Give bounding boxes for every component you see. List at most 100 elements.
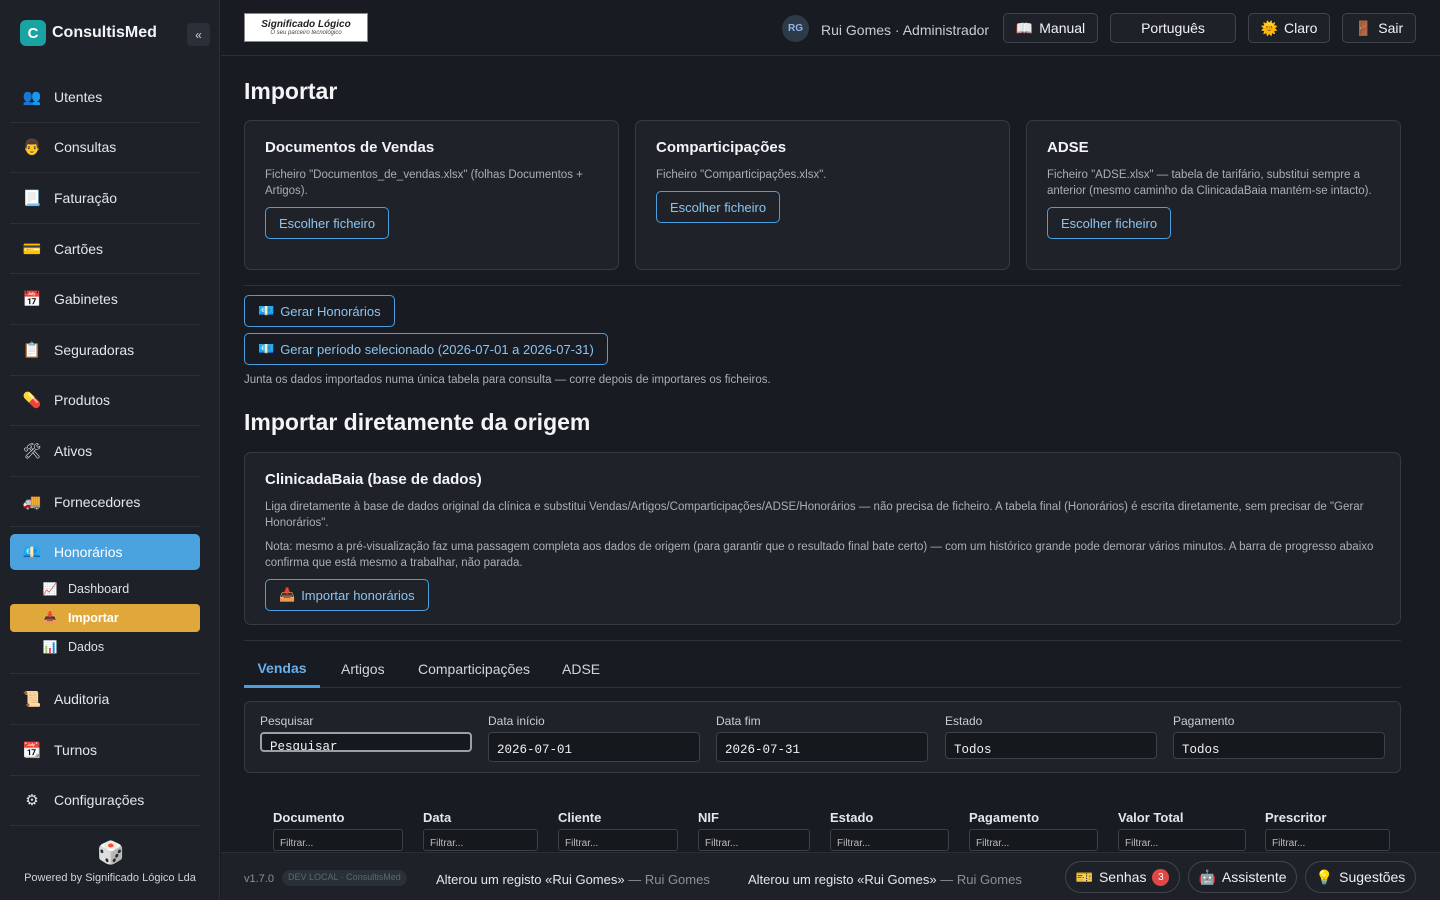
user-info: Rui Gomes · Administrador xyxy=(821,22,990,38)
robot-icon: 🤖 xyxy=(1198,868,1216,885)
column-header[interactable]: Data xyxy=(423,810,451,825)
theme-button[interactable]: 🌞 Claro xyxy=(1248,13,1330,43)
card-note: Nota: mesmo a pré-visualização faz uma p… xyxy=(265,541,1374,569)
book-icon: 📖 xyxy=(1015,19,1034,36)
sidebar-item-produtos[interactable]: 💊 Produtos xyxy=(10,376,200,427)
app-logo[interactable]: C ConsultisMed xyxy=(20,20,157,46)
column-filter-input[interactable]: Filtrar... xyxy=(1265,829,1390,851)
users-icon: 👥 xyxy=(22,88,42,106)
sidebar-item-label: Consultas xyxy=(54,139,117,156)
card-title: Documentos de Vendas xyxy=(265,139,435,156)
sidebar-subitem-dashboard[interactable]: 📈 Dashboard xyxy=(10,574,200,604)
column-header[interactable]: Valor Total xyxy=(1118,810,1184,825)
logout-button[interactable]: 🚪 Sair xyxy=(1342,13,1416,43)
sales-import-card: Documentos de Vendas Ficheiro "Documento… xyxy=(244,120,619,270)
column-filter-input[interactable]: Filtrar... xyxy=(273,829,403,851)
generate-period-button[interactable]: 💶 Gerar período selecionado (2026-07-01 a… xyxy=(244,333,608,365)
generate-fees-label: Gerar Honorários xyxy=(280,303,381,319)
nav-divider xyxy=(10,662,200,675)
column-filter-input[interactable]: Filtrar... xyxy=(969,829,1098,851)
assistant-button[interactable]: 🤖 Assistente xyxy=(1188,861,1297,893)
status-select[interactable]: Todos xyxy=(945,732,1157,759)
avatar[interactable]: RG xyxy=(782,15,809,42)
calendar-icon: 📅 xyxy=(22,291,42,309)
choose-file-button[interactable]: Escolher ficheiro xyxy=(265,207,390,239)
collapse-sidebar-button[interactable]: « xyxy=(187,23,210,46)
column-header[interactable]: Documento xyxy=(273,810,345,825)
column-filter-input[interactable]: Filtrar... xyxy=(698,829,810,851)
tab-artigos[interactable]: Artigos xyxy=(341,650,385,688)
column-filter-input[interactable]: Filtrar... xyxy=(423,829,538,851)
column-header[interactable]: Prescritor xyxy=(1265,810,1326,825)
sidebar-item-honorarios[interactable]: 💶 Honorários xyxy=(10,534,200,571)
card-title: ADSE xyxy=(1047,139,1089,156)
activity-user: — Rui Gomes xyxy=(940,872,1022,887)
divider xyxy=(244,640,1401,641)
schedule-icon: 📆 xyxy=(22,741,42,759)
tab-adse[interactable]: ADSE xyxy=(562,650,600,688)
suggestions-button[interactable]: 💡 Sugestões xyxy=(1305,861,1416,893)
sidebar-item-utentes[interactable]: 👥 Utentes xyxy=(10,72,200,123)
data-tabs: Vendas Artigos Comparticipações ADSE xyxy=(244,650,1401,688)
column-header[interactable]: Cliente xyxy=(558,810,601,825)
logout-label: Sair xyxy=(1378,20,1404,36)
sidebar-subitem-label: Importar xyxy=(68,611,119,626)
payment-select[interactable]: Todos xyxy=(1173,732,1385,759)
column-filter-input[interactable]: Filtrar... xyxy=(830,829,949,851)
sidebar-item-label: Faturação xyxy=(54,189,118,206)
manual-label: Manual xyxy=(1039,20,1086,36)
adse-import-card: ADSE Ficheiro "ADSE.xlsx" — tabela de ta… xyxy=(1026,120,1401,270)
sidebar-item-auditoria[interactable]: 📜 Auditoria xyxy=(10,674,200,725)
import-icon: 📥 xyxy=(42,611,58,626)
column-header[interactable]: NIF xyxy=(698,810,719,825)
sidebar-item-ativos[interactable]: 🛠 Ativos xyxy=(10,426,200,477)
senhas-button[interactable]: 🎫 Senhas 3 xyxy=(1065,861,1180,893)
tools-icon: 🛠 xyxy=(22,442,42,460)
end-date-label: Data fim xyxy=(716,714,761,728)
data-icon: 📊 xyxy=(42,640,58,655)
choose-file-button[interactable]: Escolher ficheiro xyxy=(1047,207,1172,239)
column-header[interactable]: Pagamento xyxy=(969,810,1039,825)
sidebar: C ConsultisMed « 👥 Utentes 👨 Consultas 📃 Fatu… xyxy=(0,0,220,900)
sidebar-item-seguradoras[interactable]: 📋 Seguradoras xyxy=(10,325,200,376)
sidebar-item-turnos[interactable]: 📆 Turnos xyxy=(10,725,200,776)
generate-note: Junta os dados importados numa única tab… xyxy=(244,374,771,386)
search-input[interactable]: Pesquisar xyxy=(260,732,472,752)
ticket-icon: 🎫 xyxy=(1075,868,1093,885)
import-icon: 📥 xyxy=(279,587,296,602)
generate-period-label: Gerar período selecionado (2026-07-01 a … xyxy=(280,341,594,357)
payment-label: Pagamento xyxy=(1173,714,1235,728)
sidebar-item-configuracoes[interactable]: ⚙ Configurações xyxy=(10,776,200,827)
sidebar-item-label: Cartões xyxy=(54,240,104,257)
card-title: ClinicadaBaia (base de dados) xyxy=(265,471,482,488)
sidebar-item-faturacao[interactable]: 📃 Faturação xyxy=(10,173,200,224)
activity-log: Alterou um registo «Rui Gomes» — Rui Gom… xyxy=(436,872,710,887)
column-filter-input[interactable]: Filtrar... xyxy=(1118,829,1246,851)
sidebar-item-label: Produtos xyxy=(54,392,111,409)
language-button[interactable]: Português xyxy=(1110,13,1236,43)
generate-fees-button[interactable]: 💶 Gerar Honorários xyxy=(244,295,395,327)
theme-label: Claro xyxy=(1283,20,1318,36)
sidebar-subitem-dados[interactable]: 📊 Dados xyxy=(10,632,200,662)
money-icon: 💶 xyxy=(22,544,42,562)
app-name: ConsultisMed xyxy=(52,24,157,41)
brand-logo: Significado Lógico O seu parceiro tecnol… xyxy=(244,13,368,42)
import-fees-button[interactable]: 📥 Importar honorários xyxy=(265,579,429,611)
choose-file-button[interactable]: Escolher ficheiro xyxy=(656,191,781,223)
sidebar-item-cartoes[interactable]: 💳 Cartões xyxy=(10,224,200,275)
truck-icon: 🚚 xyxy=(22,493,42,511)
sidebar-item-fornecedores[interactable]: 🚚 Fornecedores xyxy=(10,477,200,528)
chart-icon: 📈 xyxy=(42,582,58,597)
start-date-input[interactable]: 2026-07-01 xyxy=(488,732,700,762)
sidebar-subitem-importar[interactable]: 📥 Importar xyxy=(10,604,200,633)
manual-button[interactable]: 📖 Manual xyxy=(1003,13,1098,43)
footer: v1.7.0 DEV LOCAL · ConsultisMed Alterou … xyxy=(221,852,1440,900)
column-filter-input[interactable]: Filtrar... xyxy=(558,829,678,851)
tab-vendas[interactable]: Vendas xyxy=(244,650,320,688)
tab-comparticipacoes[interactable]: Comparticipações xyxy=(418,650,530,688)
sidebar-item-gabinetes[interactable]: 📅 Gabinetes xyxy=(10,274,200,325)
language-label: Português xyxy=(1141,20,1205,36)
column-header[interactable]: Estado xyxy=(830,810,873,825)
sidebar-item-consultas[interactable]: 👨 Consultas xyxy=(10,123,200,174)
end-date-input[interactable]: 2026-07-31 xyxy=(716,732,928,762)
